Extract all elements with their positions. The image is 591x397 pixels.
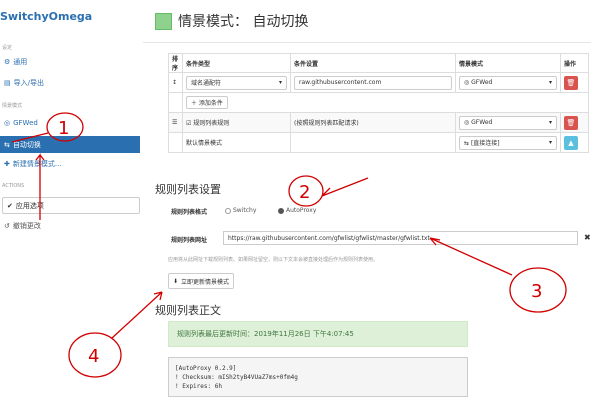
condition-type-label: ☑ 规则列表规则 [182, 112, 291, 133]
switch-icon: ⇆ [4, 140, 10, 149]
close-icon[interactable]: ✖ [584, 233, 591, 242]
rule-list-url-input[interactable]: https://raw.githubusercontent.com/gfwlis… [223, 231, 578, 245]
add-condition-button[interactable]: ＋ 添加条件 [186, 96, 228, 109]
condition-input[interactable]: raw.githubusercontent.com [294, 75, 452, 90]
discard-changes-button[interactable]: ↺ 撤销更改 [4, 221, 41, 231]
rules-table: 排序 条件类型 条件设置 情景模式 操作 ↕ 域名通配符 ▾ raw.github… [168, 53, 589, 153]
condition-type-select[interactable]: 域名通配符 ▾ [186, 75, 287, 90]
caret-icon: ▾ [548, 79, 552, 86]
plus-icon: ✚ [4, 160, 10, 168]
table-row: ↕ 域名通配符 ▾ raw.githubusercontent.com ◎ GFW… [168, 72, 589, 93]
profile-color-swatch[interactable] [155, 12, 172, 30]
section-actions-label: ACTIONS [2, 183, 25, 189]
check-icon: ✔ [7, 201, 13, 210]
download-icon: ⬇ [173, 277, 179, 285]
col-header-condition-type: 条件类型 [182, 53, 291, 73]
gear-icon: ⚙ [4, 58, 11, 66]
list-icon: ☰ [168, 112, 183, 133]
page-title: 情景模式： 自动切换 [178, 14, 309, 30]
sidebar-item-general[interactable]: ⚙ 通用 [4, 57, 27, 67]
format-radio-autoproxy[interactable]: AutoProxy [278, 207, 316, 214]
radio-selected-icon [278, 207, 284, 214]
rule-list-settings-heading: 规则列表设置 [155, 183, 221, 196]
table-row: 默认情景模式 ⇆ [直接连接] ▾ ▲ [168, 132, 589, 153]
last-updated-alert: 规则列表最后更新时间：2019年11月26日 下午4:07:45 [168, 321, 468, 347]
divider [143, 42, 591, 43]
format-radio-switchy[interactable]: Switchy [225, 207, 256, 214]
sidebar: SwitchyOmega 设定 ⚙ 通用 ▤ 导入/导出 情景模式 ◎ GFWed ⇆… [0, 0, 143, 389]
app-logo: SwitchyOmega [0, 10, 93, 23]
delete-icon[interactable]: 🗑 [564, 75, 578, 90]
col-header-actions: 操作 [560, 53, 589, 73]
col-header-order: 排序 [168, 53, 183, 73]
default-profile-select[interactable]: ⇆ [直接连接] ▾ [459, 135, 557, 150]
default-profile-label: 默认情景模式 [182, 132, 291, 153]
globe-icon: ◎ [4, 119, 11, 127]
main-panel: 情景模式： 自动切换 排序 条件类型 条件设置 情景模式 操作 ↕ 域名通配符 ▾… [143, 0, 591, 397]
page-header: 情景模式： 自动切换 [155, 11, 308, 31]
format-label: 规则列表格式 [171, 209, 208, 216]
caret-icon: ▾ [548, 139, 552, 146]
drag-handle-icon[interactable]: ↕ [168, 72, 183, 93]
caret-icon: ▾ [278, 79, 282, 86]
apply-options-button[interactable]: ✔ 应用选项 [2, 197, 140, 214]
section-settings-label: 设定 [2, 45, 13, 51]
section-profiles-label: 情景模式 [2, 103, 23, 109]
update-profile-button[interactable]: ⬇ 立即更新情景模式 [168, 273, 235, 289]
sidebar-item-new-profile[interactable]: ✚ 新建情景模式... [4, 159, 62, 169]
undo-icon: ↺ [4, 222, 10, 230]
chevron-up-icon[interactable]: ▲ [564, 135, 578, 150]
condition-text: (按照规则列表匹配请求) [290, 112, 456, 133]
radio-icon [225, 207, 231, 214]
col-header-profile: 情景模式 [455, 53, 561, 73]
col-header-condition: 条件设置 [290, 53, 456, 73]
sidebar-item-import-export[interactable]: ▤ 导入/导出 [4, 78, 44, 88]
sidebar-item-auto-switch[interactable]: ⇆ 自动切换 [0, 136, 140, 153]
url-label: 规则列表网址 [171, 237, 208, 244]
table-row: ＋ 添加条件 [168, 92, 589, 113]
profile-select[interactable]: ◎ GFWed ▾ [459, 115, 557, 130]
rule-list-text-heading: 规则列表正文 [155, 304, 221, 317]
profile-select[interactable]: ◎ GFWed ▾ [459, 75, 557, 90]
floppy-icon: ▤ [4, 79, 11, 87]
sidebar-item-gfwed[interactable]: ◎ GFWed [4, 119, 38, 127]
url-help-text: 应用将从此网址下载规则列表。如果网址留空，则以下文本会被直接处理后作为规则列表使… [168, 257, 379, 263]
table-row: ☰ ☑ 规则列表规则 (按照规则列表匹配请求) ◎ GFWed ▾ 🗑 [168, 112, 589, 133]
rule-list-textarea[interactable]: [AutoProxy 0.2.9] ! Checksum: mISh2tyB4V… [168, 357, 468, 397]
caret-icon: ▾ [548, 119, 552, 126]
delete-icon[interactable]: 🗑 [564, 115, 578, 130]
